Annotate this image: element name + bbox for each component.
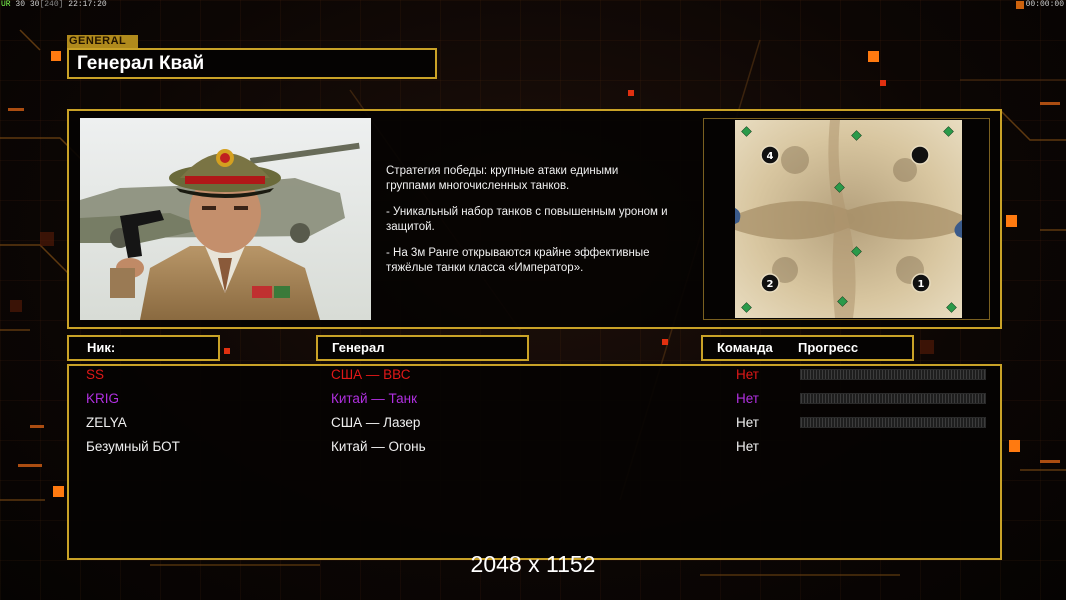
column-header-team-progress: Команда Прогресс (701, 335, 914, 361)
general-title-box: Генерал Квай (67, 48, 437, 79)
player-team: Нет (736, 415, 759, 430)
player-progress-bar (800, 417, 986, 428)
map-preview[interactable]: 4 2 1 (735, 120, 962, 318)
player-nick: KRIG (86, 391, 120, 406)
debug-info-left: UR 30 30[240] 22:17:20 (1, 0, 107, 9)
debug-info-right: 00:00:00 (1025, 0, 1064, 9)
column-header-general-label: Генерал (332, 340, 385, 355)
start-position-2: 2 (767, 279, 774, 290)
debug-fps: 30 30 (15, 0, 40, 9)
description-tanks: - Уникальный набор танков с повышенным у… (386, 206, 668, 233)
column-header-nick: Ник: (67, 335, 220, 361)
general-name: Генерал Квай (77, 53, 205, 74)
debug-frames: [240] (39, 0, 64, 9)
player-general: Китай — Танк (331, 391, 417, 406)
player-team: Нет (736, 391, 759, 406)
start-position-4: 4 (767, 151, 774, 162)
player-nick: SS (86, 367, 105, 382)
general-tag: GENERAL (67, 35, 138, 48)
player-row: SS США — ВВС Нет (69, 366, 1004, 386)
player-nick: Безумный БОТ (86, 439, 180, 454)
player-team: Нет (736, 367, 759, 382)
player-progress-bar (800, 369, 986, 380)
description-rank3: - На 3м Ранге открываются крайне эффекти… (386, 247, 650, 274)
players-panel: SS США — ВВС Нет KRIG Китай — Танк Нет ZELYA СШ… (67, 364, 1002, 560)
column-header-general: Генерал (316, 335, 529, 361)
player-general: Китай — Огонь (331, 439, 426, 454)
general-description: Стратегия победы: крупные атаки едиными … (386, 164, 696, 287)
column-header-nick-label: Ник: (87, 340, 116, 355)
column-header-team-label: Команда (717, 340, 773, 355)
player-row: Безумный БОТ Китай — Огонь Нет (69, 438, 1004, 458)
start-position-1: 1 (918, 279, 925, 290)
debug-time: 22:17:20 (68, 0, 107, 9)
player-general: США — Лазер (331, 415, 421, 430)
player-progress-bar (800, 393, 986, 404)
description-strategy: Стратегия победы: крупные атаки едиными … (386, 165, 619, 192)
resolution-label: 2048 x 1152 (470, 551, 596, 577)
player-nick: ZELYA (86, 415, 127, 430)
player-row: ZELYA США — Лазер Нет (69, 414, 1004, 434)
general-portrait (80, 118, 371, 320)
debug-ur: UR (1, 0, 11, 9)
player-general: США — ВВС (331, 367, 411, 382)
player-row: KRIG Китай — Танк Нет (69, 390, 1004, 410)
player-team: Нет (736, 439, 759, 454)
column-header-progress-label: Прогресс (798, 340, 859, 355)
